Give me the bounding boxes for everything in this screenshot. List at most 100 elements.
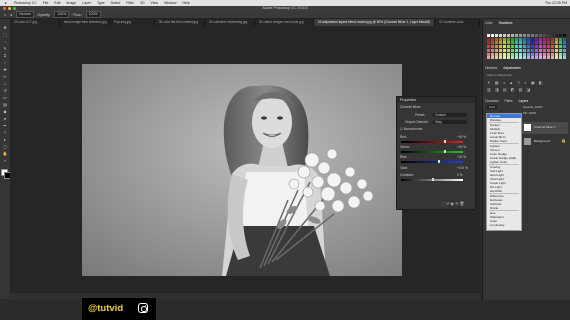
color-swatch[interactable] xyxy=(511,41,514,45)
tab-swatches[interactable]: Swatches xyxy=(499,21,513,25)
color-swatch[interactable] xyxy=(555,45,558,49)
tab-doc-4[interactable]: 06 color flat bird content.jpg xyxy=(155,19,205,26)
color-swatch[interactable] xyxy=(495,37,498,41)
color-swatch[interactable] xyxy=(539,34,542,37)
color-swatch[interactable] xyxy=(547,52,550,56)
color-swatch[interactable] xyxy=(499,37,502,41)
color-swatch[interactable] xyxy=(547,37,550,41)
color-swatch[interactable] xyxy=(491,48,494,52)
flow-field[interactable]: 100% xyxy=(85,11,101,18)
color-swatch[interactable] xyxy=(563,37,566,41)
blend-mode-select[interactable]: Normal xyxy=(16,11,34,18)
color-swatch[interactable] xyxy=(547,34,550,37)
color-swatch[interactable] xyxy=(547,56,550,60)
color-swatch[interactable] xyxy=(563,34,566,37)
color-swatch[interactable] xyxy=(559,52,562,56)
color-swatch[interactable] xyxy=(535,37,538,41)
color-swatch[interactable] xyxy=(555,37,558,41)
color-swatch[interactable] xyxy=(487,52,490,56)
color-swatch[interactable] xyxy=(511,48,514,52)
home-icon[interactable]: ⌂ xyxy=(4,11,6,19)
color-swatch[interactable] xyxy=(487,56,490,60)
color-swatch[interactable] xyxy=(511,45,514,49)
color-swatch[interactable] xyxy=(535,41,538,45)
color-swatch[interactable] xyxy=(531,45,534,49)
color-swatch[interactable] xyxy=(527,52,530,56)
color-swatch[interactable] xyxy=(495,41,498,45)
color-swatch[interactable] xyxy=(519,52,522,56)
color-swatch[interactable] xyxy=(487,41,490,45)
color-swatch[interactable] xyxy=(491,37,494,41)
color-swatch[interactable] xyxy=(559,45,562,49)
color-swatch[interactable] xyxy=(507,52,510,56)
color-swatch[interactable] xyxy=(551,45,554,49)
color-swatch[interactable] xyxy=(543,52,546,56)
output-channel-select[interactable]: Gray xyxy=(433,120,467,124)
eraser-tool-icon[interactable]: ▭ xyxy=(2,95,8,100)
gradient-tool-icon[interactable]: ▤ xyxy=(2,102,8,107)
color-swatch[interactable] xyxy=(543,56,546,60)
color-swatch[interactable] xyxy=(539,52,542,56)
preset-select[interactable]: Custom xyxy=(433,113,467,117)
green-slider-knob[interactable] xyxy=(444,150,447,153)
color-swatch[interactable] xyxy=(499,52,502,56)
color-swatch[interactable] xyxy=(559,48,562,52)
dodge-tool-icon[interactable]: ● xyxy=(2,116,8,121)
tab-adjustments[interactable]: Adjustments xyxy=(503,66,521,70)
color-swatch[interactable] xyxy=(515,56,518,60)
color-swatch[interactable] xyxy=(527,45,530,49)
color-swatch[interactable] xyxy=(523,34,526,37)
color-swatch[interactable] xyxy=(527,34,530,37)
tab-libraries[interactable]: Libraries xyxy=(485,66,497,70)
color-swatch[interactable] xyxy=(511,37,514,41)
color-swatch[interactable] xyxy=(531,37,534,41)
path-select-tool-icon[interactable]: ▸ xyxy=(2,137,8,142)
color-swatch[interactable] xyxy=(499,45,502,49)
color-swatch[interactable] xyxy=(551,48,554,52)
color-swatch[interactable] xyxy=(543,41,546,45)
color-swatch[interactable] xyxy=(499,34,502,37)
eyedropper-tool-icon[interactable]: ⁄ xyxy=(2,60,8,65)
color-swatch[interactable] xyxy=(507,41,510,45)
tab-layers[interactable]: Layers xyxy=(519,99,529,103)
color-swatch[interactable] xyxy=(511,56,514,60)
color-swatch[interactable] xyxy=(523,48,526,52)
panel-footer-icons[interactable]: ⬚ ↺ ◉ ⟲ 🗑 xyxy=(441,201,465,206)
color-swatch[interactable] xyxy=(495,34,498,37)
color-swatch[interactable] xyxy=(515,34,518,37)
color-swatch[interactable] xyxy=(523,52,526,56)
color-swatch[interactable] xyxy=(535,56,538,60)
color-swatch[interactable] xyxy=(559,41,562,45)
color-swatch[interactable] xyxy=(507,34,510,37)
color-swatch[interactable] xyxy=(559,34,562,37)
constant-slider-knob[interactable] xyxy=(432,178,434,181)
color-swatch[interactable] xyxy=(507,56,510,60)
zoom-window-button[interactable] xyxy=(13,7,16,10)
color-swatch[interactable] xyxy=(555,34,558,37)
layers-fill[interactable]: Fill: 100% xyxy=(523,111,536,115)
color-swatch[interactable] xyxy=(519,37,522,41)
lasso-tool-icon[interactable]: ◌ xyxy=(2,39,8,44)
color-swatch[interactable] xyxy=(535,34,538,37)
color-swatch[interactable] xyxy=(499,41,502,45)
color-swatch[interactable] xyxy=(487,34,490,37)
color-swatch[interactable] xyxy=(551,56,554,60)
color-swatch[interactable] xyxy=(547,45,550,49)
color-swatch[interactable] xyxy=(503,37,506,41)
color-swatch[interactable] xyxy=(539,48,542,52)
color-swatch[interactable] xyxy=(563,41,566,45)
color-swatch[interactable] xyxy=(555,41,558,45)
layer-filter-kind[interactable]: Kind xyxy=(487,105,498,109)
opacity-field[interactable]: 100% xyxy=(54,11,70,18)
color-swatch[interactable] xyxy=(523,56,526,60)
color-swatch[interactable] xyxy=(511,34,514,37)
layers-opacity[interactable]: Opacity: 100% xyxy=(523,105,543,109)
color-swatch[interactable] xyxy=(555,48,558,52)
monochrome-checkbox[interactable]: ☑ Monochrome xyxy=(400,127,422,131)
color-swatch[interactable] xyxy=(519,48,522,52)
color-swatch[interactable] xyxy=(487,48,490,52)
stamp-tool-icon[interactable]: ⊥ xyxy=(2,81,8,86)
color-swatch[interactable] xyxy=(491,52,494,56)
hand-tool-icon[interactable]: ✋ xyxy=(2,151,8,156)
history-brush-icon[interactable]: ↺ xyxy=(2,88,8,93)
